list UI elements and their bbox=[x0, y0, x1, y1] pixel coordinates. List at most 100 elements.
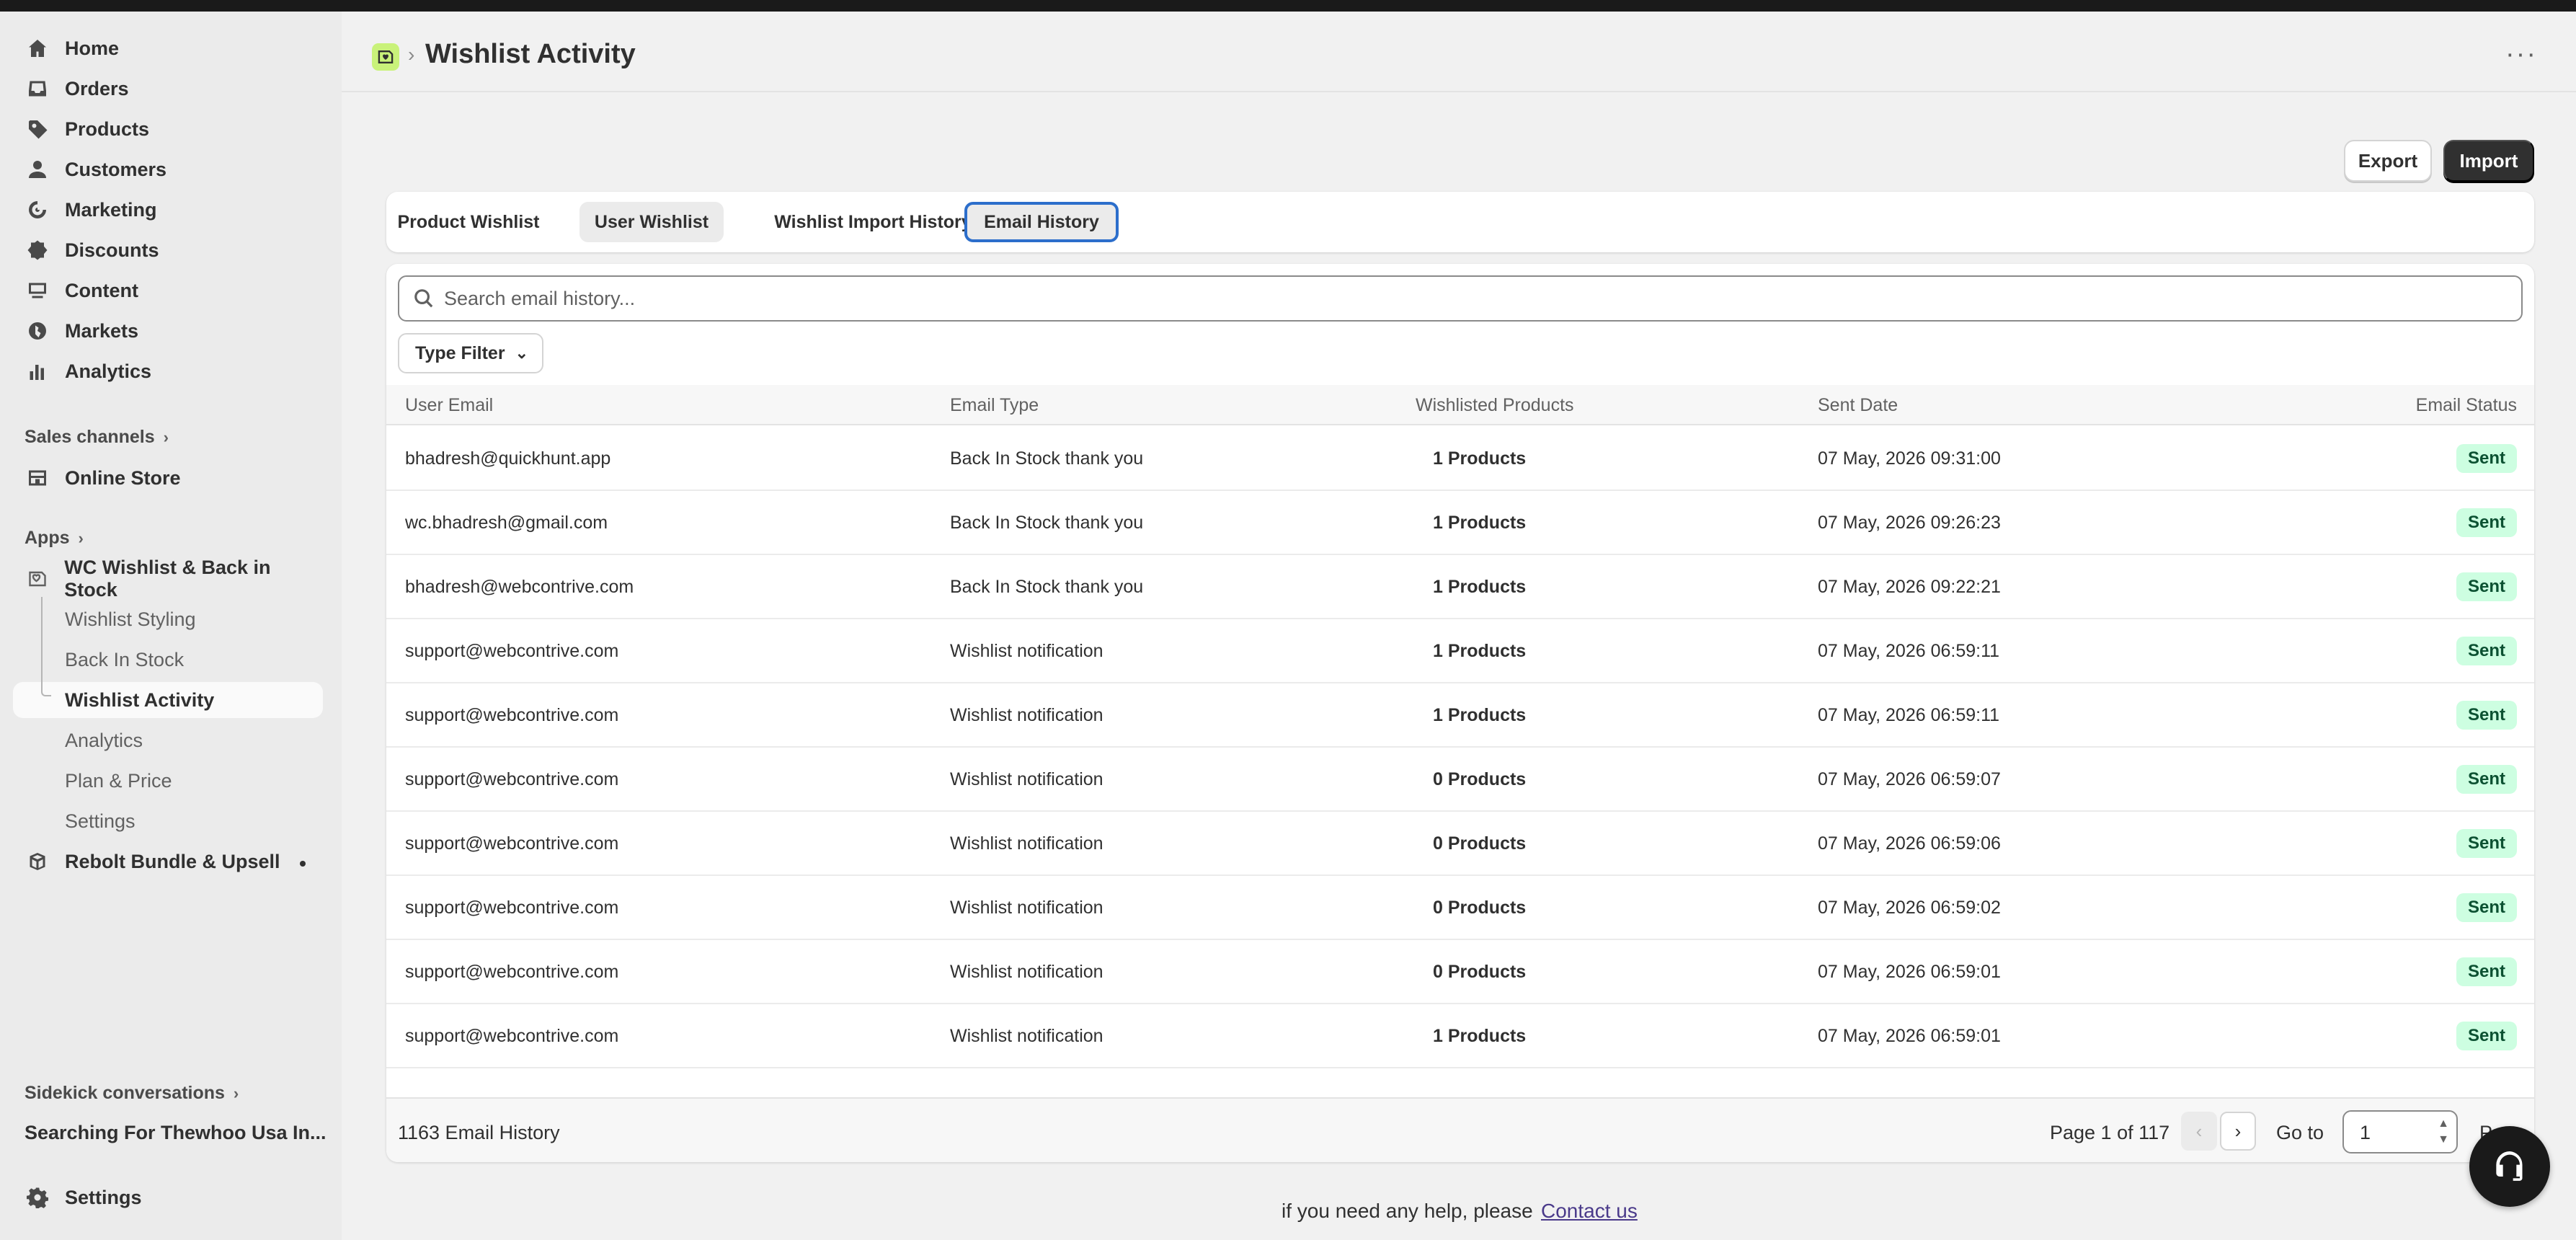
cell-sent-date: 07 May, 2026 06:59:02 bbox=[1818, 898, 2001, 918]
bundle-app-icon bbox=[26, 850, 49, 873]
sidebar-item-marketing[interactable]: Marketing bbox=[13, 192, 323, 228]
sidebar-item-label: Markets bbox=[65, 319, 139, 342]
sidebar-item-markets[interactable]: Markets bbox=[13, 313, 323, 349]
sidebar-item-label: Settings bbox=[65, 1186, 142, 1208]
sidebar-subitem-wishlist-styling[interactable]: Wishlist Styling bbox=[13, 601, 323, 637]
sidebar-subitem-label: Back In Stock bbox=[65, 648, 185, 670]
total-count: 1163 Email History bbox=[398, 1122, 560, 1143]
sidebar-subitem-back-in-stock[interactable]: Back In Stock bbox=[13, 642, 323, 678]
sidebar-item-label: Marketing bbox=[65, 198, 157, 221]
sidebar-subitem-label: Wishlist Activity bbox=[65, 688, 215, 711]
cell-sent-date: 07 May, 2026 09:31:00 bbox=[1818, 448, 2001, 469]
type-filter-dropdown[interactable]: Type Filter ⌄ bbox=[398, 333, 543, 373]
cell-email-type: Wishlist notification bbox=[950, 641, 1103, 661]
sidebar-item-orders[interactable]: Orders bbox=[13, 71, 323, 107]
sidebar-item-label: Customers bbox=[65, 158, 167, 180]
cell-email-type: Wishlist notification bbox=[950, 962, 1103, 982]
sidekick-heading[interactable]: Sidekick conversations › bbox=[25, 1083, 239, 1104]
page-header: › Wishlist Activity ··· bbox=[342, 12, 2576, 92]
sidebar-subitem-plan-price[interactable]: Plan & Price bbox=[13, 763, 323, 799]
table-row[interactable]: bhadresh@quickhunt.app Back In Stock than… bbox=[386, 427, 2534, 491]
import-button[interactable]: Import bbox=[2443, 140, 2534, 182]
sidebar-subitem-wishlist-activity[interactable]: Wishlist Activity bbox=[13, 679, 323, 718]
cell-wishlisted-products: 0 Products bbox=[1433, 962, 1527, 982]
cell-wishlisted-products: 1 Products bbox=[1433, 641, 1527, 661]
status-badge: Sent bbox=[2456, 572, 2517, 601]
cell-sent-date: 07 May, 2026 06:59:01 bbox=[1818, 1026, 2001, 1046]
sidebar-item-label: Online Store bbox=[65, 466, 181, 489]
column-header-email-type[interactable]: Email Type bbox=[950, 395, 1039, 416]
gear-icon bbox=[26, 1186, 49, 1209]
search-input[interactable] bbox=[444, 287, 2462, 310]
bar-chart-icon bbox=[26, 360, 49, 383]
sales-channels-heading[interactable]: Sales channels › bbox=[25, 427, 169, 448]
sidebar-item-settings[interactable]: Settings bbox=[13, 1179, 323, 1215]
table-row[interactable]: support@webcontrive.com Wishlist notifica… bbox=[386, 940, 2534, 1004]
cell-wishlisted-products: 1 Products bbox=[1433, 513, 1527, 533]
table-row[interactable]: wc.bhadresh@gmail.com Back In Stock thank… bbox=[386, 491, 2534, 555]
sidebar-subitem-settings[interactable]: Settings bbox=[13, 803, 323, 839]
previous-page-button[interactable]: ‹ bbox=[2181, 1112, 2217, 1151]
cell-email-type: Wishlist notification bbox=[950, 769, 1103, 789]
sidebar-subitem-analytics[interactable]: Analytics bbox=[13, 722, 323, 758]
sidebar-item-online-store[interactable]: Online Store bbox=[13, 460, 323, 496]
search-box[interactable] bbox=[398, 275, 2523, 322]
cell-sent-date: 07 May, 2026 06:59:06 bbox=[1818, 833, 2001, 854]
cell-sent-date: 07 May, 2026 06:59:11 bbox=[1818, 641, 2000, 661]
sidekick-conversation-item[interactable]: Searching For Thewhoo Usa In... bbox=[25, 1122, 327, 1144]
discount-icon bbox=[26, 239, 49, 262]
goto-page-input[interactable]: 1 ▲ ▼ bbox=[2342, 1110, 2458, 1153]
cell-email-type: Back In Stock thank you bbox=[950, 577, 1144, 597]
tab-bar: Product Wishlist User Wishlist Wishlist … bbox=[386, 192, 2534, 252]
tab-wishlist-import-history[interactable]: Wishlist Import History bbox=[745, 202, 1000, 242]
table-row[interactable]: bhadresh@webcontrive.com Back In Stock th… bbox=[386, 555, 2534, 619]
person-icon bbox=[26, 158, 49, 181]
column-header-sent-date[interactable]: Sent Date bbox=[1818, 395, 1898, 416]
table-row[interactable]: support@webcontrive.com Wishlist notifica… bbox=[386, 812, 2534, 876]
tab-email-history[interactable]: Email History bbox=[964, 202, 1119, 242]
target-icon bbox=[26, 198, 49, 221]
tree-branch bbox=[41, 679, 51, 696]
table-row[interactable]: support@webcontrive.com Wishlist notifica… bbox=[386, 1004, 2534, 1068]
tab-product-wishlist[interactable]: Product Wishlist bbox=[396, 202, 541, 242]
search-icon bbox=[414, 289, 433, 308]
wishlist-app-icon[interactable] bbox=[372, 43, 399, 71]
headset-icon bbox=[2496, 1151, 2523, 1181]
page-title: Wishlist Activity bbox=[425, 39, 636, 69]
wishlist-app-icon bbox=[26, 567, 48, 590]
contact-us-link[interactable]: Contact us bbox=[1541, 1200, 1638, 1223]
table-row[interactable]: support@webcontrive.com Wishlist notifica… bbox=[386, 748, 2534, 812]
stepper-icon[interactable]: ▲ ▼ bbox=[2438, 1116, 2449, 1148]
sidebar-item-customers[interactable]: Customers bbox=[13, 151, 323, 187]
sidebar-subitem-label: Wishlist Styling bbox=[65, 608, 196, 630]
export-button[interactable]: Export bbox=[2344, 140, 2432, 182]
apps-heading[interactable]: Apps › bbox=[25, 528, 84, 549]
cell-email-type: Wishlist notification bbox=[950, 833, 1103, 854]
sidebar-item-content[interactable]: Content bbox=[13, 273, 323, 309]
table-row[interactable]: support@webcontrive.com Wishlist notifica… bbox=[386, 619, 2534, 683]
table-row[interactable]: support@webcontrive.com Wishlist notifica… bbox=[386, 876, 2534, 940]
cell-email-type: Back In Stock thank you bbox=[950, 513, 1144, 533]
status-badge: Sent bbox=[2456, 957, 2517, 986]
sidebar-item-wc-wishlist-app[interactable]: WC Wishlist & Back in Stock bbox=[13, 557, 323, 601]
column-header-email-status[interactable]: Email Status bbox=[2416, 395, 2517, 416]
cell-email-type: Wishlist notification bbox=[950, 898, 1103, 918]
cell-wishlisted-products: 1 Products bbox=[1433, 705, 1527, 725]
sidebar-item-products[interactable]: Products bbox=[13, 111, 323, 147]
cell-user-email: support@webcontrive.com bbox=[405, 641, 619, 661]
sidebar-item-discounts[interactable]: Discounts bbox=[13, 232, 323, 268]
column-header-user-email[interactable]: User Email bbox=[405, 395, 493, 416]
support-chat-button[interactable] bbox=[2469, 1126, 2550, 1207]
sidebar-item-rebolt-bundle[interactable]: Rebolt Bundle & Upsell bbox=[13, 843, 323, 880]
table-row[interactable]: support@webcontrive.com Wishlist notifica… bbox=[386, 683, 2534, 748]
sidebar-item-home[interactable]: Home bbox=[13, 30, 323, 66]
tab-user-wishlist[interactable]: User Wishlist bbox=[579, 202, 724, 242]
column-header-wishlisted-products[interactable]: Wishlisted Products bbox=[1416, 395, 1574, 416]
sidebar-item-analytics[interactable]: Analytics bbox=[13, 353, 323, 389]
email-history-card: Type Filter ⌄ User Email Email Type Wishl… bbox=[386, 264, 2534, 1162]
status-badge: Sent bbox=[2456, 893, 2517, 922]
status-badge: Sent bbox=[2456, 829, 2517, 858]
next-page-button[interactable]: › bbox=[2220, 1112, 2256, 1151]
sidebar-subitem-label: Analytics bbox=[65, 729, 143, 751]
more-actions-icon[interactable]: ··· bbox=[2505, 39, 2537, 70]
